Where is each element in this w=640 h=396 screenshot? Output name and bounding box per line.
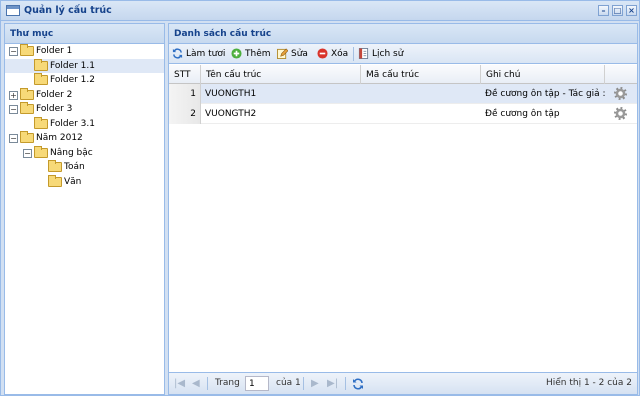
- add-icon: [231, 48, 242, 59]
- structure-list-panel: Danh sách cấu trúc Làm tươi Thêm Sửa Xóa…: [168, 23, 638, 395]
- tree-node-label: Folder 1.1: [50, 60, 95, 71]
- pager-separator: [345, 377, 346, 390]
- column-header-stt[interactable]: STT: [169, 65, 201, 84]
- pager-separator: [207, 377, 208, 390]
- add-label: Thêm: [245, 49, 271, 59]
- tree-node-nang-bac[interactable]: − Nâng bậc: [5, 145, 164, 161]
- structure-code: [361, 104, 481, 124]
- window-header: Quản lý cấu trúc – □ ×: [1, 1, 639, 21]
- prev-page-icon[interactable]: ◀: [192, 378, 200, 389]
- delete-button[interactable]: Xóa: [317, 47, 351, 61]
- edit-icon: [277, 48, 288, 59]
- tree-node-van[interactable]: Văn: [5, 174, 164, 190]
- refresh-button[interactable]: Làm tươi: [172, 47, 228, 61]
- tree-node-toan[interactable]: Toán: [5, 160, 164, 175]
- folder-icon: [20, 44, 34, 56]
- folder-icon: [34, 145, 48, 158]
- delete-icon: [317, 48, 328, 59]
- tree-node-label: Toán: [64, 162, 85, 172]
- pagination-bar: |◀ ◀ Trang của 1 ▶ ▶| Hiển thị 1 - 2 của…: [169, 372, 637, 394]
- folder-panel: Thư mục − Folder 1 Folder 1.1 Folder 1.2…: [4, 23, 165, 395]
- folder-icon: [34, 58, 48, 71]
- collapse-icon[interactable]: −: [9, 105, 18, 114]
- tree-node-label: Năm 2012: [36, 133, 83, 143]
- history-button[interactable]: Lịch sử: [358, 47, 404, 61]
- structure-name: VUONGTH1: [205, 89, 257, 99]
- refresh-label: Làm tươi: [186, 49, 226, 59]
- page-number-input[interactable]: [245, 376, 269, 391]
- refresh-icon: [172, 48, 183, 59]
- delete-label: Xóa: [331, 49, 349, 59]
- row-number: 1: [169, 84, 201, 104]
- settings-gear-icon[interactable]: [614, 107, 627, 120]
- structure-list-header: Danh sách cấu trúc: [169, 24, 637, 44]
- edit-label: Sửa: [291, 49, 308, 59]
- structure-code: [361, 84, 481, 104]
- folder-icon: [20, 87, 34, 100]
- edit-button[interactable]: Sửa: [277, 47, 311, 61]
- settings-gear-icon[interactable]: [614, 87, 627, 100]
- tree-node-label: Nâng bậc: [50, 147, 93, 158]
- tree-node-folder-3[interactable]: − Folder 3: [5, 102, 164, 117]
- tree-node-label: Folder 1.2: [50, 75, 95, 85]
- tree-node-label: Folder 3.1: [50, 118, 95, 129]
- toolbar-separator: [353, 47, 354, 61]
- tree-node-label: Folder 2: [36, 89, 73, 100]
- column-header-actions: [605, 65, 637, 84]
- column-header-note[interactable]: Ghi chú: [481, 65, 605, 84]
- page-label: Trang: [215, 378, 240, 388]
- tree-node-label: Văn: [64, 176, 82, 187]
- structure-note: Đề cương ôn tập: [485, 109, 560, 119]
- folder-icon: [48, 160, 62, 172]
- folder-panel-header: Thư mục: [5, 24, 164, 44]
- tree-node-folder-1[interactable]: − Folder 1: [5, 44, 164, 59]
- collapse-icon[interactable]: −: [23, 148, 32, 158]
- row-number: 2: [169, 104, 201, 124]
- first-page-icon[interactable]: |◀: [174, 378, 185, 389]
- folder-panel-title: Thư mục: [10, 29, 54, 39]
- folder-icon: [34, 116, 48, 129]
- next-page-icon[interactable]: ▶: [311, 378, 319, 389]
- folder-icon: [34, 73, 48, 85]
- folder-icon: [20, 131, 34, 143]
- pager-separator: [303, 377, 304, 390]
- tree-node-folder-1-2[interactable]: Folder 1.2: [5, 73, 164, 88]
- table-row[interactable]: 1 VUONGTH1 Đề cương ôn tập - Tác giả :..…: [169, 84, 637, 104]
- structure-note: Đề cương ôn tập - Tác giả :...: [485, 89, 605, 99]
- window-title: Quản lý cấu trúc: [24, 5, 112, 16]
- table-row[interactable]: 2 VUONGTH2 Đề cương ôn tập: [169, 104, 637, 124]
- minimize-icon[interactable]: –: [598, 5, 609, 16]
- history-label: Lịch sử: [372, 49, 404, 59]
- column-header-name[interactable]: Tên cấu trúc: [201, 65, 361, 84]
- tree-node-label: Folder 3: [36, 104, 73, 114]
- page-count-label: của 1: [276, 378, 301, 388]
- last-page-icon[interactable]: ▶|: [327, 378, 338, 389]
- display-info: Hiển thị 1 - 2 của 2: [545, 378, 632, 388]
- folder-icon: [48, 174, 62, 187]
- tree-node-label: Folder 1: [36, 46, 73, 56]
- window-icon: [6, 5, 20, 16]
- main-window: Quản lý cấu trúc – □ × Thư mục − Folder …: [0, 0, 640, 396]
- structure-name: VUONGTH2: [205, 109, 257, 119]
- history-icon: [358, 48, 369, 59]
- folder-icon: [20, 102, 34, 114]
- add-button[interactable]: Thêm: [231, 47, 271, 61]
- collapse-icon[interactable]: −: [9, 134, 18, 143]
- collapse-icon[interactable]: −: [9, 47, 18, 56]
- maximize-icon[interactable]: □: [612, 5, 623, 16]
- close-icon[interactable]: ×: [626, 5, 637, 16]
- tree-node-nam-2012[interactable]: − Năm 2012: [5, 131, 164, 146]
- tree-node-folder-2[interactable]: + Folder 2: [5, 87, 164, 103]
- tree-node-folder-1-1[interactable]: Folder 1.1: [5, 58, 164, 73]
- column-header-code[interactable]: Mã cấu trúc: [361, 65, 481, 84]
- folder-tree: − Folder 1 Folder 1.1 Folder 1.2 + Folde…: [5, 44, 164, 394]
- expand-icon[interactable]: +: [9, 90, 18, 100]
- toolbar: Làm tươi Thêm Sửa Xóa Lịch sử: [169, 44, 637, 64]
- structure-list-title: Danh sách cấu trúc: [174, 29, 272, 39]
- tree-node-folder-3-1[interactable]: Folder 3.1: [5, 116, 164, 132]
- grid-header: STT Tên cấu trúc Mã cấu trúc Ghi chú: [169, 65, 637, 84]
- refresh-icon[interactable]: [352, 378, 364, 390]
